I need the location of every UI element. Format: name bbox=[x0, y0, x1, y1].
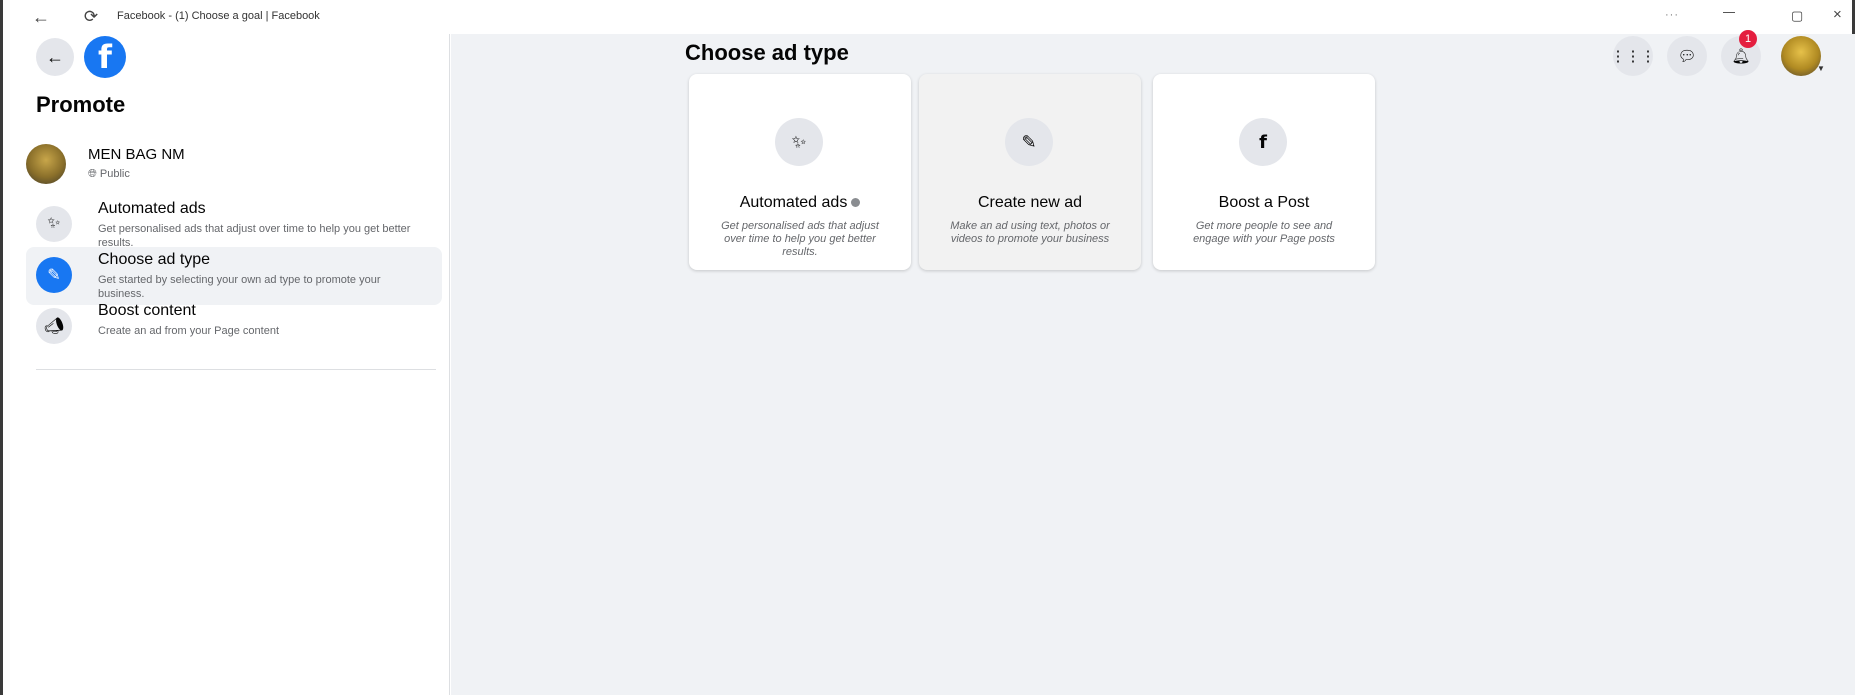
window-title: Facebook - (1) Choose a goal | Facebook bbox=[117, 10, 320, 22]
card-description: Make an ad using text, photos or videos … bbox=[950, 220, 1110, 245]
menu-grid-button[interactable]: ⋮⋮⋮ bbox=[1610, 36, 1656, 76]
menu-grid-icon: ⋮⋮⋮ bbox=[1610, 48, 1656, 65]
facebook-icon: f bbox=[98, 38, 112, 76]
card-title-label: Automated ads bbox=[739, 194, 848, 211]
card-boost-a-post[interactable]: f Boost a Post Get more people to see an… bbox=[1153, 74, 1375, 270]
page-avatar bbox=[26, 144, 66, 184]
card-create-new-ad[interactable]: ✎ Create new ad Make an ad using text, p… bbox=[919, 74, 1141, 270]
sidebar-item-title: Choose ad type bbox=[98, 251, 211, 268]
back-button[interactable]: ← bbox=[36, 38, 74, 76]
sidebar-divider bbox=[36, 369, 436, 370]
refresh-icon[interactable]: ⟳ bbox=[79, 6, 103, 28]
bell-icon: 🔔︎ bbox=[1731, 48, 1751, 65]
main-content: Choose ad type ✨︎ Automated ads Get pers… bbox=[451, 34, 1855, 695]
card-automated-ads[interactable]: ✨︎ Automated ads Get personalised ads th… bbox=[689, 74, 911, 270]
card-description: Get personalised ads that adjust over ti… bbox=[721, 220, 879, 258]
sidebar: ← f Promote MEN BAG NM 🌐︎ Public ✨︎ Auto… bbox=[6, 34, 450, 695]
close-button[interactable]: × bbox=[1833, 6, 1842, 23]
messenger-icon: 💬︎ bbox=[1677, 48, 1697, 65]
sidebar-item-automated-ads[interactable]: ✨︎ Automated ads Get personalised ads th… bbox=[26, 196, 442, 254]
sidebar-item-boost-content[interactable]: 📣︎ Boost content Create an ad from your … bbox=[26, 298, 442, 356]
page-selector[interactable]: MEN BAG NM 🌐︎ Public bbox=[26, 142, 446, 188]
minimize-button[interactable] bbox=[1723, 12, 1735, 13]
messenger-button[interactable]: 💬︎ bbox=[1667, 36, 1707, 76]
info-icon[interactable] bbox=[851, 198, 861, 208]
notification-badge: 1 bbox=[1739, 30, 1757, 48]
edit-icon: ✎ bbox=[36, 257, 72, 293]
title-bar: ← ⟳ Facebook - (1) Choose a goal | Faceb… bbox=[3, 0, 1852, 34]
card-description: Get more people to see and engage with y… bbox=[1193, 220, 1335, 245]
edit-icon: ✎ bbox=[1005, 118, 1053, 166]
more-options-button[interactable]: ··· bbox=[1665, 9, 1679, 21]
chevron-down-icon: ▼ bbox=[1817, 64, 1825, 73]
page-privacy-label: Public bbox=[99, 168, 130, 180]
browser-window: ← ⟳ Facebook - (1) Choose a goal | Faceb… bbox=[0, 0, 1855, 695]
sidebar-item-description: Get personalised ads that adjust over ti… bbox=[98, 223, 411, 249]
page-name: MEN BAG NM bbox=[88, 146, 185, 163]
card-title: Create new ad bbox=[977, 194, 1083, 211]
sidebar-title: Promote bbox=[36, 92, 126, 117]
megaphone-icon: 📣︎ bbox=[36, 308, 72, 344]
sidebar-item-title: Boost content bbox=[98, 302, 196, 319]
sidebar-item-choose-ad-type[interactable]: ✎ Choose ad type Get started by selectin… bbox=[26, 247, 442, 305]
magic-wand-icon: ✨︎ bbox=[36, 206, 72, 242]
facebook-logo[interactable]: f bbox=[84, 36, 126, 78]
page-privacy: 🌐︎ Public bbox=[88, 168, 130, 181]
sidebar-item-title: Automated ads bbox=[98, 200, 206, 217]
card-title: Automated ads bbox=[689, 194, 911, 212]
magic-wand-icon: ✨︎ bbox=[775, 118, 823, 166]
back-arrow-icon[interactable]: ← bbox=[29, 6, 53, 28]
sidebar-item-description: Create an ad from your Page content bbox=[98, 325, 279, 337]
account-avatar[interactable] bbox=[1781, 36, 1821, 76]
maximize-button[interactable]: ▢ bbox=[1791, 8, 1803, 24]
card-title: Boost a Post bbox=[1218, 194, 1310, 211]
facebook-icon: f bbox=[1239, 118, 1287, 166]
back-arrow-icon: ← bbox=[46, 46, 64, 67]
globe-icon: 🌐︎ bbox=[88, 168, 97, 180]
page-title: Choose ad type bbox=[685, 40, 849, 65]
sidebar-item-description: Get started by selecting your own ad typ… bbox=[98, 274, 381, 300]
